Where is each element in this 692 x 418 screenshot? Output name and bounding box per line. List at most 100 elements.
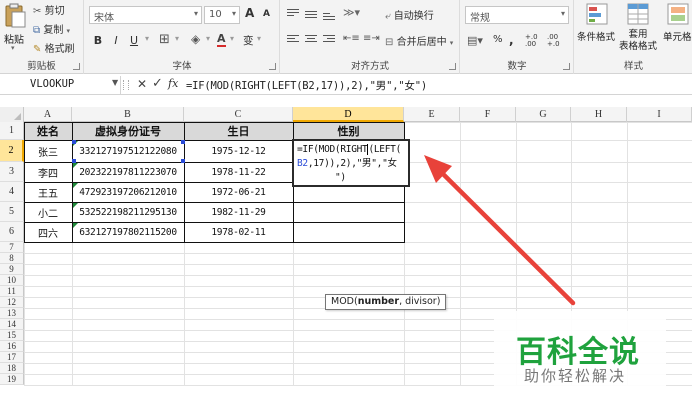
decrease-indent-icon[interactable]: ⇤≡ [343, 33, 360, 44]
chevron-down-icon[interactable]: ▾ [145, 34, 149, 43]
column-header-c[interactable]: C [184, 107, 293, 122]
row-header-9[interactable]: 9 [0, 264, 24, 275]
id-cell[interactable]: 202322197811223070 [72, 162, 184, 182]
row-header-3[interactable]: 3 [0, 162, 24, 182]
decrease-decimal-button[interactable]: .00 +.0 [547, 34, 567, 48]
row-header-14[interactable]: 14 [0, 319, 24, 330]
row-header-19[interactable]: 19 [0, 374, 24, 385]
cell-styles-button[interactable]: 单元格 [663, 3, 692, 53]
cut-button[interactable]: ✂ 剪切 [33, 2, 65, 17]
header-cell[interactable]: 生日 [184, 122, 293, 140]
increase-indent-icon[interactable]: ≡⇥ [363, 33, 380, 44]
italic-button[interactable]: I [107, 32, 125, 50]
alignment-launcher-icon[interactable] [449, 63, 456, 70]
chevron-down-icon[interactable]: ▼ [112, 78, 118, 87]
chevron-down-icon[interactable]: ▾ [257, 34, 261, 43]
underline-button[interactable]: U [125, 32, 143, 50]
name-cell[interactable]: 李四 [24, 162, 72, 182]
id-cell[interactable]: 632127197802115200 [72, 222, 184, 242]
insert-function-button[interactable]: fx [168, 77, 178, 90]
reference-handle[interactable] [72, 159, 76, 163]
formula-input[interactable]: =IF(MOD(RIGHT(LEFT(B2,17)),2),"男","女") [186, 76, 427, 94]
row-header-16[interactable]: 16 [0, 341, 24, 352]
orientation-icon[interactable]: ≫▾ [343, 6, 360, 19]
align-left-icon[interactable] [287, 35, 299, 45]
copy-button[interactable]: ⧉ 复制 ▾ [33, 21, 70, 36]
align-bottom-icon[interactable] [323, 13, 335, 23]
id-cell[interactable]: 332127197512122080 [72, 140, 184, 162]
shrink-font-button[interactable]: A [263, 9, 270, 19]
header-cell[interactable]: 姓名 [24, 122, 72, 140]
chevron-down-icon[interactable]: ▾ [230, 34, 234, 43]
wrap-text-button[interactable]: ⤶ 自动换行 [385, 7, 434, 22]
font-color-button[interactable]: A [217, 33, 226, 47]
reference-handle[interactable] [181, 140, 185, 144]
row-header-12[interactable]: 12 [0, 297, 24, 308]
font-launcher-icon[interactable] [269, 63, 276, 70]
row-header-13[interactable]: 13 [0, 308, 24, 319]
row-header-4[interactable]: 4 [0, 182, 24, 202]
name-box[interactable]: VLOOKUP [0, 76, 121, 94]
clipboard-launcher-icon[interactable] [73, 63, 80, 70]
borders-icon[interactable]: ⊞ [159, 32, 170, 47]
reference-handle[interactable] [72, 140, 76, 144]
table-format-button[interactable]: 套用 表格格式 [619, 3, 657, 53]
format-painter-button[interactable]: ✎ 格式刷 [33, 40, 75, 55]
name-cell[interactable]: 小二 [24, 202, 72, 222]
row-header-10[interactable]: 10 [0, 275, 24, 286]
row-header-15[interactable]: 15 [0, 330, 24, 341]
paste-button[interactable]: 粘贴 ▾ [2, 3, 28, 55]
column-header-h[interactable]: H [571, 107, 627, 122]
column-header-i[interactable]: I [627, 107, 692, 122]
reference-handle[interactable] [181, 159, 185, 163]
row-header-17[interactable]: 17 [0, 352, 24, 363]
select-all-button[interactable] [0, 107, 24, 122]
row-header-8[interactable]: 8 [0, 253, 24, 264]
birthday-cell[interactable]: 1978-11-22 [184, 162, 293, 182]
row-header-18[interactable]: 18 [0, 363, 24, 374]
id-cell[interactable]: 532522198211295130 [72, 202, 184, 222]
increase-decimal-button[interactable]: +.0 .00 [525, 34, 545, 48]
phonetic-button[interactable]: 变 [243, 33, 254, 48]
header-cell[interactable]: 虚拟身份证号 [72, 122, 184, 140]
chevron-down-icon[interactable]: ▾ [175, 34, 179, 43]
font-size-select[interactable]: 10 [204, 6, 240, 24]
id-cell[interactable]: 472923197206212010 [72, 182, 184, 202]
chevron-down-icon[interactable]: ▾ [206, 34, 210, 43]
gender-cell[interactable] [293, 202, 404, 222]
name-cell[interactable]: 四六 [24, 222, 72, 242]
currency-icon[interactable]: ▤▾ [467, 34, 483, 47]
bold-button[interactable]: B [89, 32, 107, 50]
number-launcher-icon[interactable] [563, 63, 570, 70]
cancel-icon[interactable]: ✕ [137, 77, 147, 91]
merge-center-button[interactable]: ⊟ 合并后居中 ▾ [385, 33, 453, 48]
row-header-11[interactable]: 11 [0, 286, 24, 297]
align-top-icon[interactable] [287, 9, 299, 19]
column-header-f[interactable]: F [460, 107, 516, 122]
conditional-format-button[interactable]: 条件格式 [577, 3, 617, 53]
row-header-1[interactable]: 1 [0, 122, 24, 140]
column-header-b[interactable]: B [72, 107, 184, 122]
birthday-cell[interactable]: 1972-06-21 [184, 182, 293, 202]
align-middle-icon[interactable] [305, 11, 317, 21]
align-right-icon[interactable] [323, 35, 335, 45]
column-header-g[interactable]: G [516, 107, 571, 122]
enter-icon[interactable]: ✓ [152, 76, 163, 91]
drag-handle-icon[interactable] [123, 80, 129, 90]
birthday-cell[interactable]: 1982-11-29 [184, 202, 293, 222]
row-header-7[interactable]: 7 [0, 242, 24, 253]
name-cell[interactable]: 张三 [24, 140, 72, 162]
comma-button[interactable]: , [509, 33, 514, 47]
birthday-cell[interactable]: 1978-02-11 [184, 222, 293, 242]
name-cell[interactable]: 王五 [24, 182, 72, 202]
birthday-cell[interactable]: 1975-12-12 [184, 140, 293, 162]
row-header-2[interactable]: 2 [0, 140, 24, 162]
grow-font-button[interactable]: A [245, 6, 254, 20]
row-header-5[interactable]: 5 [0, 202, 24, 222]
active-cell-editor[interactable]: =IF(MOD(RIGHT(LEFT(B2,17)),2),"男","女 ") [292, 139, 410, 187]
percent-button[interactable]: % [493, 34, 503, 45]
row-header-6[interactable]: 6 [0, 222, 24, 242]
header-cell[interactable]: 性别 [293, 122, 404, 140]
column-header-a[interactable]: A [24, 107, 72, 122]
number-format-select[interactable]: 常规 [465, 6, 569, 24]
